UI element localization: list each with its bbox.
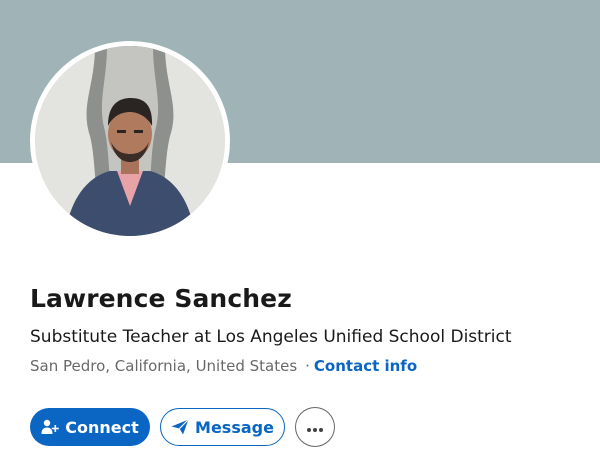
profile-name: Lawrence Sanchez — [30, 284, 292, 313]
profile-location-row: San Pedro, California, United States · Con… — [30, 357, 417, 375]
more-actions-button[interactable] — [295, 407, 335, 447]
connect-button-label: Connect — [65, 417, 139, 437]
message-button[interactable]: Message — [160, 408, 285, 446]
profile-photo-image — [35, 46, 225, 236]
profile-location: San Pedro, California, United States — [30, 357, 298, 375]
paper-plane-icon — [171, 419, 189, 435]
message-button-label: Message — [195, 417, 274, 437]
ellipsis-icon — [306, 418, 324, 437]
contact-info-link[interactable]: Contact info — [314, 357, 417, 375]
profile-headline: Substitute Teacher at Los Angeles Unifie… — [30, 327, 512, 347]
profile-photo[interactable] — [30, 41, 230, 241]
add-person-icon — [41, 419, 60, 435]
separator-dot: · — [305, 357, 310, 375]
connect-button[interactable]: Connect — [30, 408, 150, 446]
